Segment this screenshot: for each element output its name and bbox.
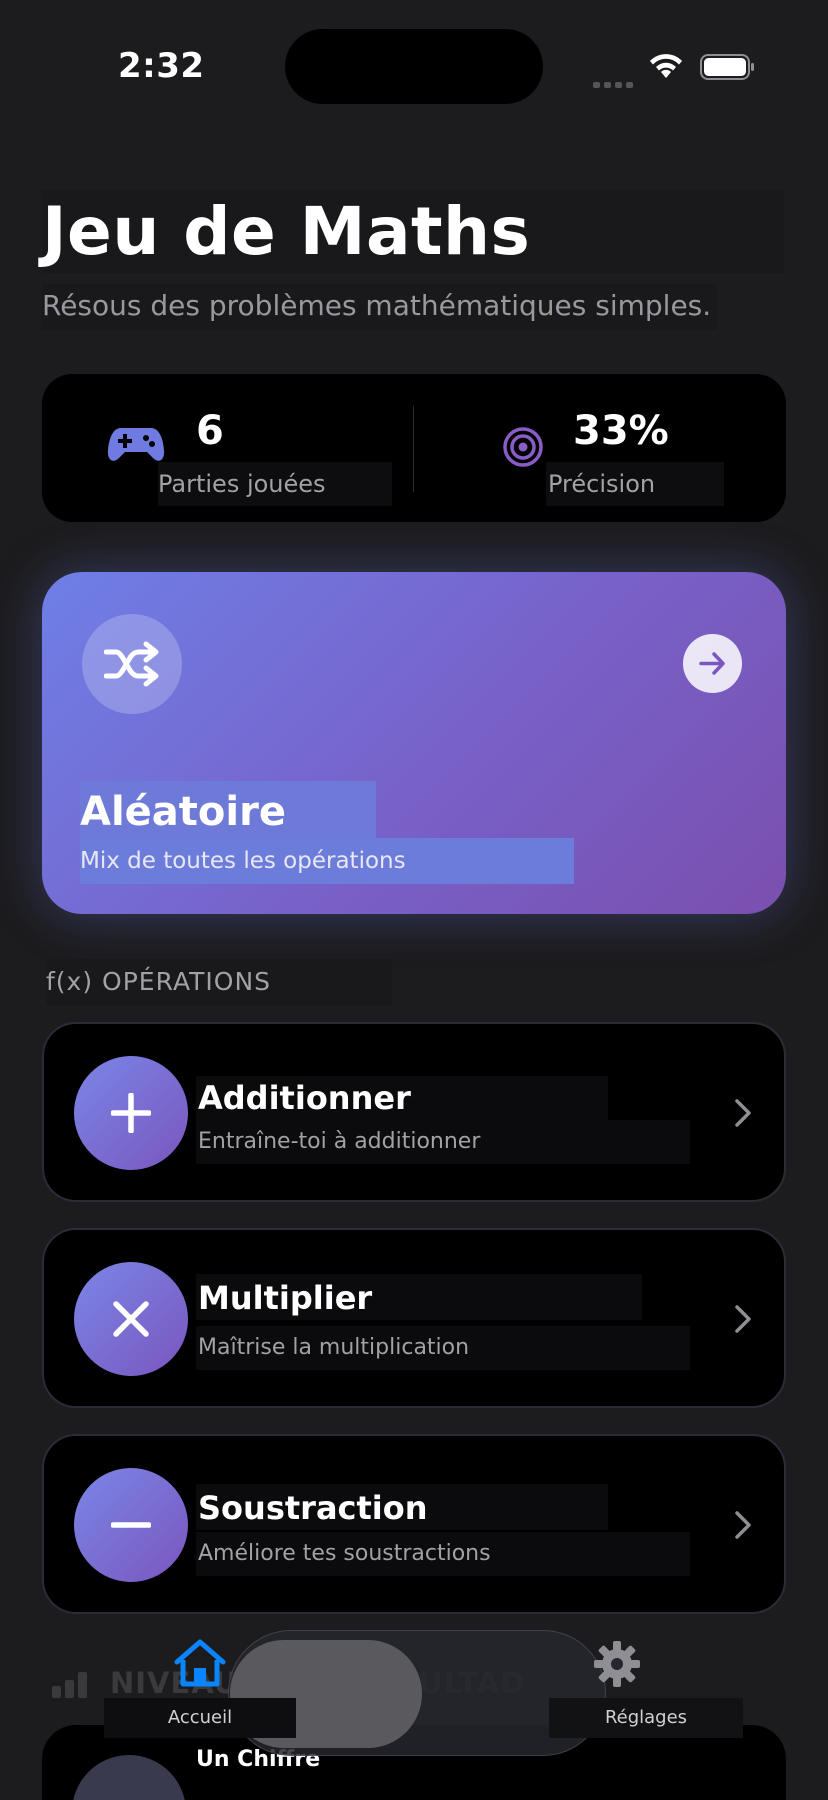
operation-subtitle: Améliore tes soustractions [198, 1541, 491, 1566]
operation-icon-circle [74, 1468, 188, 1582]
house-icon[interactable] [173, 1638, 227, 1688]
chevron-right-icon [735, 1305, 751, 1333]
tab-settings[interactable]: Réglages [549, 1698, 743, 1738]
accuracy-value: 33% [573, 408, 669, 454]
cellular-signal-icon [593, 73, 637, 92]
accuracy-label: Précision [546, 462, 724, 506]
gear-icon[interactable] [593, 1640, 641, 1688]
target-icon [503, 427, 543, 467]
random-card-subtitle: Mix de toutes les opérations [80, 848, 406, 874]
dynamic-island [285, 29, 543, 104]
gamecontroller-icon [107, 428, 165, 461]
wifi-icon [650, 54, 682, 78]
status-time: 2:32 [118, 46, 205, 86]
operation-card-multiplication[interactable]: Multiplier Maîtrise la multiplication [42, 1228, 786, 1408]
operation-card-subtraction[interactable]: Soustraction Améliore tes soustractions [42, 1434, 786, 1614]
arrow-right-icon [699, 652, 725, 675]
chevron-right-icon [735, 1099, 751, 1127]
games-played-value: 6 [196, 408, 224, 454]
operation-title: Additionner [198, 1079, 411, 1117]
minus-icon [111, 1522, 151, 1528]
battery-icon [700, 54, 754, 80]
operation-subtitle: Entraîne-toi à additionner [198, 1129, 481, 1154]
chevron-right-icon [735, 1511, 751, 1539]
tab-bar: Accueil Réglages [0, 1620, 828, 1800]
operation-subtitle: Maîtrise la multiplication [198, 1335, 470, 1360]
status-bar: 2:32 [0, 0, 828, 130]
random-start-button[interactable] [683, 634, 742, 693]
stats-divider [413, 406, 414, 492]
shuffle-icon-circle [82, 614, 182, 714]
games-played-label: Parties jouées [158, 462, 392, 506]
tab-home[interactable]: Accueil [104, 1698, 296, 1738]
page-subtitle: Résous des problèmes mathématiques simpl… [42, 284, 718, 330]
operation-icon-circle [74, 1262, 188, 1376]
operations-section-header: f(x) OPÉRATIONS [46, 959, 392, 1005]
multiply-icon [113, 1301, 149, 1337]
page-title: Jeu de Maths [42, 190, 784, 273]
plus-icon [111, 1093, 151, 1133]
operation-icon-circle [74, 1056, 188, 1170]
operation-card-addition[interactable]: Additionner Entraîne-toi à additionner [42, 1022, 786, 1202]
shuffle-icon [104, 641, 159, 687]
operation-title: Soustraction [198, 1489, 428, 1527]
stats-card: 6 Parties jouées 33% Précision [42, 374, 786, 522]
random-mode-card[interactable]: Aléatoire Mix de toutes les opérations [42, 572, 786, 914]
operation-title: Multiplier [198, 1279, 373, 1317]
random-card-title: Aléatoire [80, 789, 286, 835]
